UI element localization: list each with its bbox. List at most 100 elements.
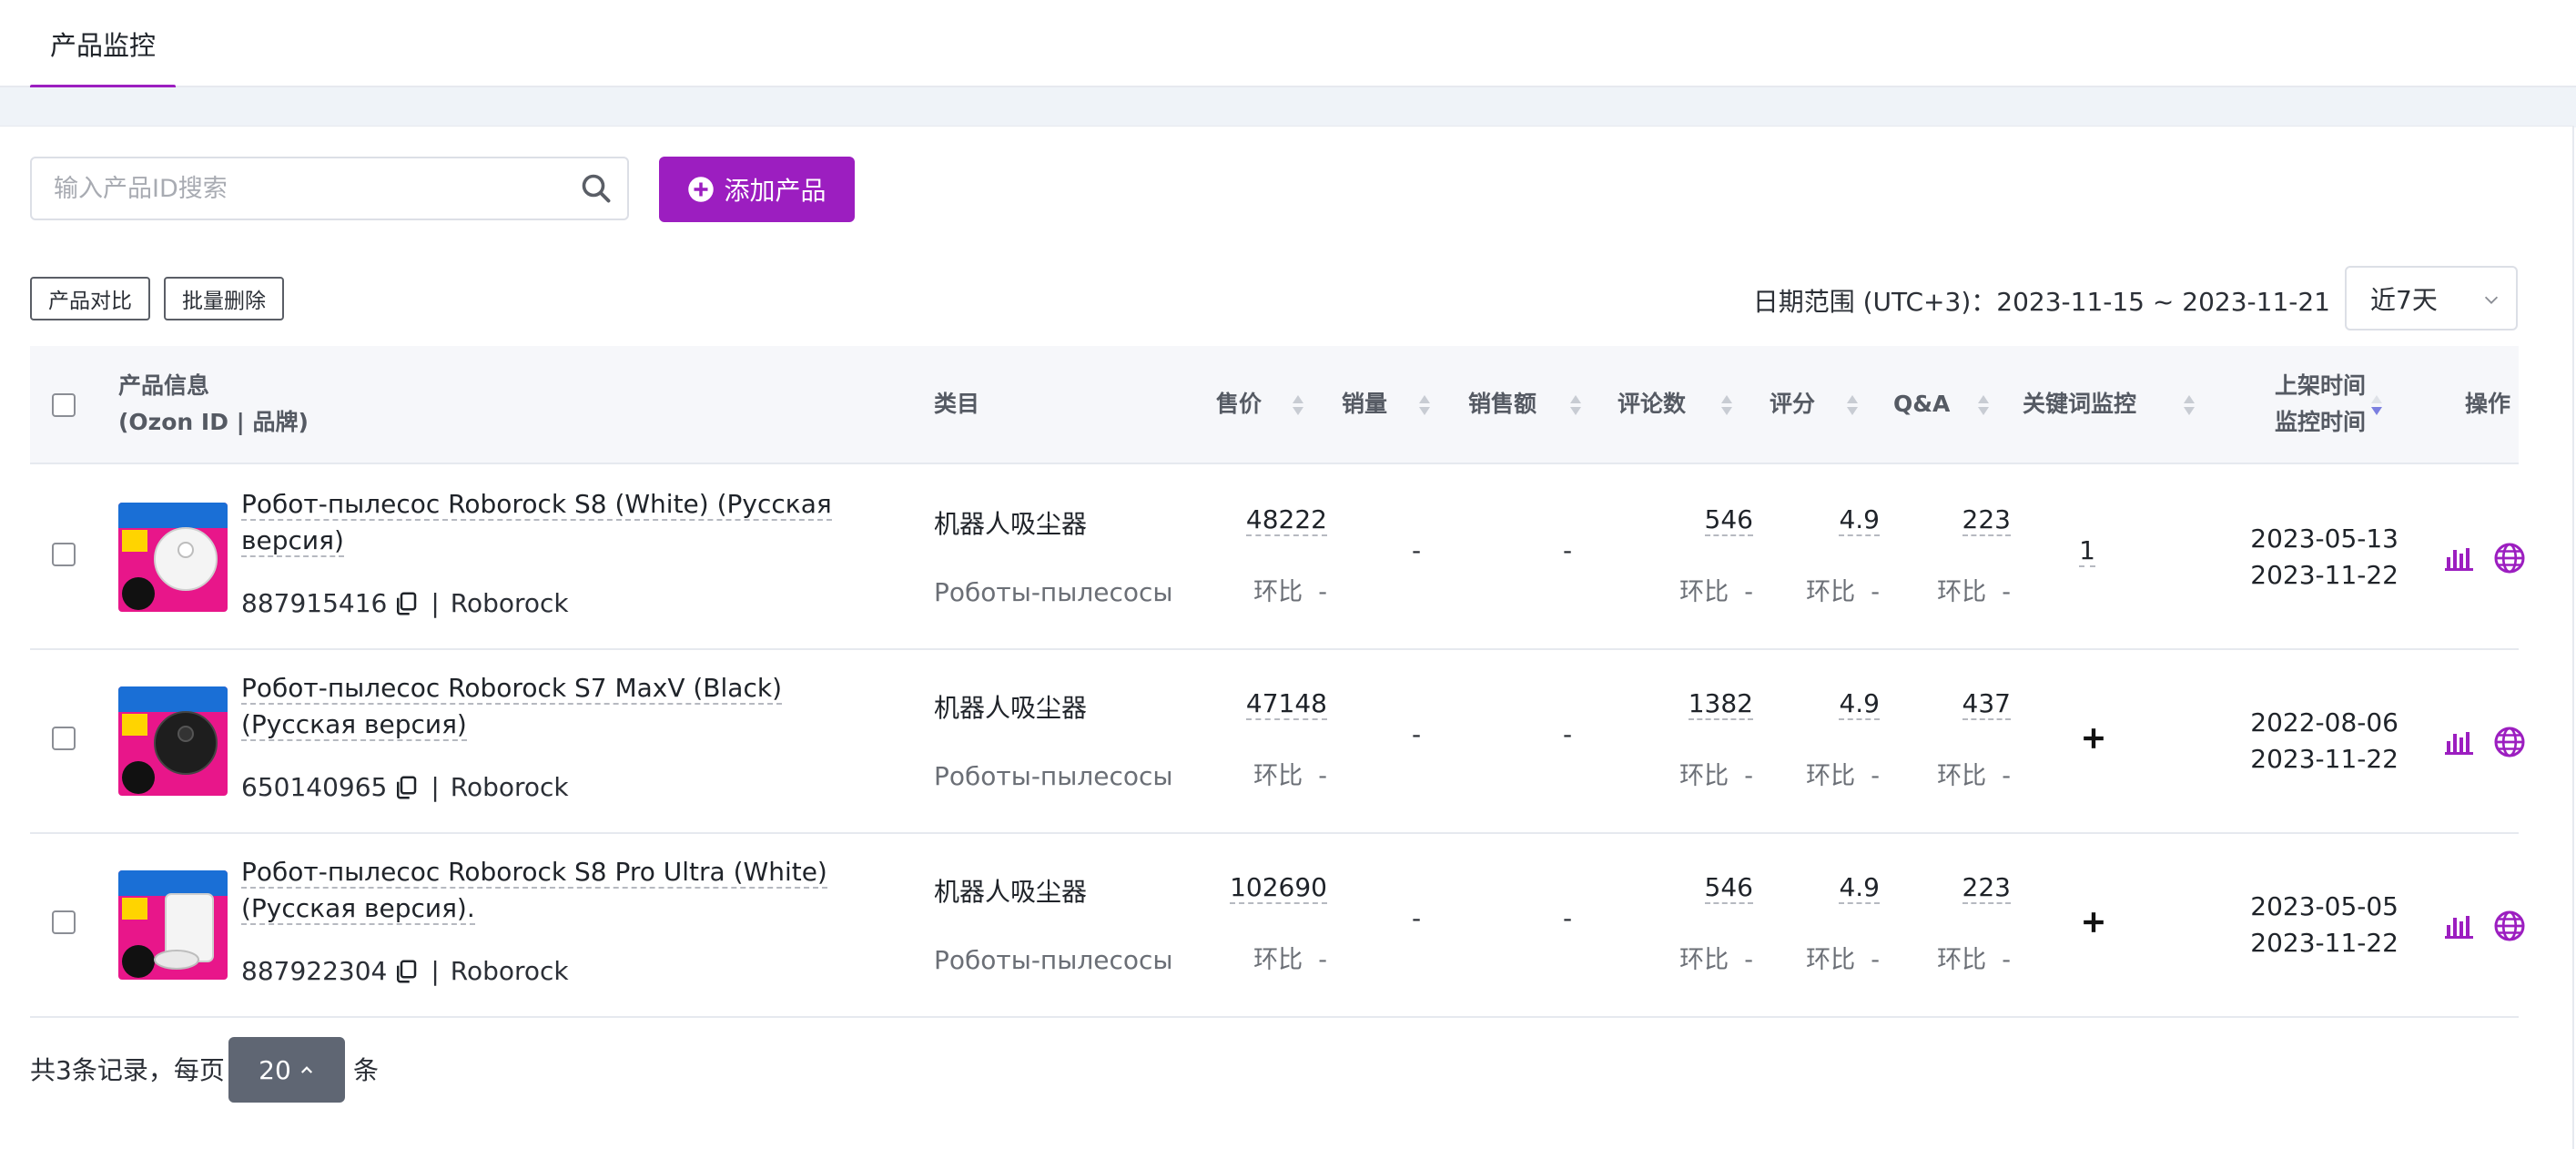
row-dates: 2023-05-13 2023-11-22 <box>2206 521 2399 594</box>
period-select[interactable]: 近7天 <box>2345 266 2518 330</box>
header-reviews[interactable]: 评论数 <box>1618 386 1686 422</box>
sort-icon[interactable] <box>1568 393 1583 417</box>
category-zh: 机器人吸尘器 <box>934 509 1088 539</box>
date-range-start: 2023-11-15 <box>1996 287 2145 317</box>
content-gap <box>0 87 2576 127</box>
bar-chart-icon[interactable] <box>2444 728 2475 756</box>
date-range: 日期范围 (UTC+3)：2023-11-15 ~ 2023-11-21 <box>1729 282 2330 319</box>
row-checkbox[interactable] <box>52 727 76 750</box>
price-link[interactable]: 48222 <box>1245 504 1327 536</box>
globe-icon[interactable] <box>2493 542 2526 574</box>
qa-ratio: 环比 - <box>1937 946 2011 974</box>
date-range-separator: ~ <box>2145 287 2183 317</box>
header-price[interactable]: 售价 <box>1216 386 1262 422</box>
price-ratio: 环比 - <box>1253 946 1327 974</box>
sort-icon[interactable] <box>1417 393 1432 417</box>
reviews-ratio: 环比 - <box>1679 578 1753 606</box>
price-value: 102690 <box>1122 872 1327 904</box>
sort-icon[interactable] <box>1976 393 1991 417</box>
sales-value: - <box>1412 903 1422 933</box>
product-name-link[interactable]: Робот-пылесос Roborock S8 Pro Ultra (Whi… <box>241 854 833 927</box>
row-checkbox[interactable] <box>52 543 76 566</box>
pagination-total: 共3条记录，每页 <box>30 1055 225 1085</box>
qa-link[interactable]: 437 <box>1962 688 2011 720</box>
list-date: 2023-05-13 <box>2250 524 2399 554</box>
row-checkbox[interactable] <box>52 910 76 934</box>
product-thumbnail[interactable] <box>118 686 228 796</box>
add-product-label: 添加产品 <box>724 176 827 206</box>
chevron-down-icon <box>2484 296 2499 304</box>
reviews-value: 1382 <box>1577 688 1753 720</box>
list-date: 2022-08-06 <box>2250 707 2399 737</box>
header-qa[interactable]: Q&A <box>1893 386 1950 422</box>
header-actions: 操作 <box>2464 391 2510 417</box>
select-all-checkbox[interactable] <box>52 393 76 417</box>
product-name: Робот-пылесос Roborock S8 (White) (Русск… <box>241 489 832 557</box>
revenue-value: - <box>1563 535 1573 565</box>
product-id-brand: 887922304 | Roborock <box>241 956 569 986</box>
price-link[interactable]: 47148 <box>1245 688 1327 720</box>
product-id-brand: 650140965 | Roborock <box>241 772 569 802</box>
keyword-count-link[interactable]: 1 <box>2079 535 2095 567</box>
list-date: 2023-05-05 <box>2250 891 2399 921</box>
ozon-id: 887922304 <box>241 956 388 986</box>
date-range-label: 日期范围 (UTC+3)： <box>1752 287 1997 317</box>
header-revenue[interactable]: 销售额 <box>1468 386 1536 422</box>
page-size-value: 20 <box>259 1054 291 1085</box>
page-size-select[interactable]: 20 <box>228 1037 345 1103</box>
reviews-ratio: 环比 - <box>1679 946 1753 974</box>
tab-product-monitor[interactable]: 产品监控 <box>30 0 176 89</box>
bar-chart-icon[interactable] <box>2444 912 2475 940</box>
copy-icon[interactable] <box>392 958 420 985</box>
header-keyword-monitor[interactable]: 关键词监控 <box>2023 386 2136 422</box>
globe-icon[interactable] <box>2493 726 2526 758</box>
search-box <box>30 157 629 220</box>
sales-value: - <box>1412 719 1422 749</box>
chevron-up-icon <box>300 1066 312 1073</box>
product-thumbnail[interactable] <box>118 870 228 980</box>
monitor-date: 2023-11-22 <box>2250 744 2399 774</box>
qa-value: 437 <box>1851 688 2011 720</box>
sort-icon[interactable] <box>1845 393 1860 417</box>
header-category: 类目 <box>934 391 980 417</box>
reviews-value: 546 <box>1577 504 1753 536</box>
product-id-brand: 887915416 | Roborock <box>241 588 569 618</box>
date-range-end: 2023-11-21 <box>2182 287 2330 317</box>
revenue-value: - <box>1563 719 1573 749</box>
sort-icon[interactable] <box>1719 393 1734 417</box>
product-name: Робот-пылесос Roborock S7 MaxV (Black) (… <box>241 673 782 741</box>
reviews-ratio: 环比 - <box>1679 762 1753 790</box>
sort-desc-active-icon[interactable] <box>2369 393 2384 417</box>
ozon-id: 887915416 <box>241 588 388 618</box>
sort-icon[interactable] <box>2182 393 2196 417</box>
copy-icon[interactable] <box>392 590 420 617</box>
price-link[interactable]: 102690 <box>1230 872 1327 904</box>
sort-icon[interactable] <box>1291 393 1305 417</box>
add-keyword-icon[interactable] <box>2082 727 2105 750</box>
bar-chart-icon[interactable] <box>2444 544 2475 572</box>
search-input[interactable] <box>32 158 569 219</box>
product-compare-button[interactable]: 产品对比 <box>30 277 150 320</box>
qa-link[interactable]: 223 <box>1962 504 2011 536</box>
category-zh: 机器人吸尘器 <box>934 877 1088 907</box>
bulk-delete-button[interactable]: 批量删除 <box>164 277 284 320</box>
table-row: Робот-пылесос Roborock S8 (White) (Русск… <box>30 466 2525 650</box>
revenue-value: - <box>1563 903 1573 933</box>
add-product-button[interactable]: 添加产品 <box>659 157 855 222</box>
product-name-link[interactable]: Робот-пылесос Roborock S7 MaxV (Black) (… <box>241 670 833 743</box>
product-name-link[interactable]: Робот-пылесос Roborock S8 (White) (Русск… <box>241 486 833 559</box>
price-ratio: 环比 - <box>1253 578 1327 606</box>
header-sales[interactable]: 销量 <box>1342 386 1387 422</box>
header-product-info-line2: (Ozon ID | 品牌) <box>118 409 309 435</box>
table-row: Робот-пылесос Roborock S7 MaxV (Black) (… <box>30 650 2525 834</box>
row-dates: 2022-08-06 2023-11-22 <box>2206 705 2399 778</box>
globe-icon[interactable] <box>2493 910 2526 942</box>
copy-icon[interactable] <box>392 774 420 801</box>
product-thumbnail[interactable] <box>118 503 228 612</box>
search-icon[interactable] <box>580 172 613 205</box>
add-keyword-icon[interactable] <box>2082 910 2105 934</box>
brand: Roborock <box>450 588 569 618</box>
header-rating[interactable]: 评分 <box>1770 386 1815 422</box>
keyword-count: 1 <box>2069 535 2105 567</box>
qa-link[interactable]: 223 <box>1962 872 2011 904</box>
